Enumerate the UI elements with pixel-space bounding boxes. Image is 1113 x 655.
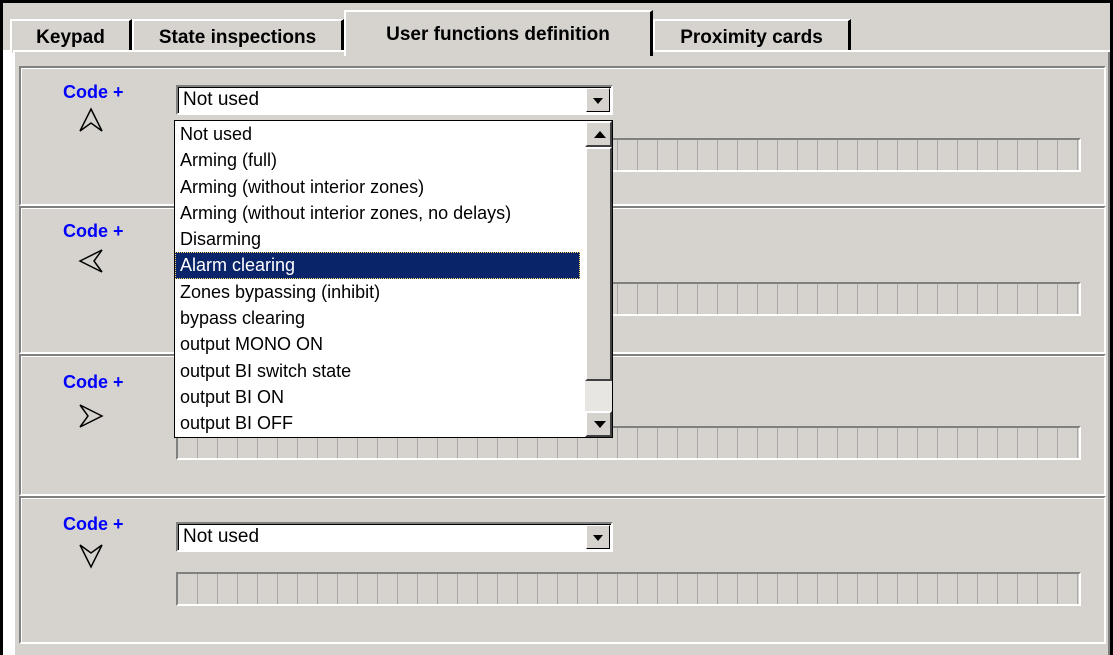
chevron-down-icon: [593, 98, 603, 104]
arrow-down-icon: [79, 544, 103, 569]
code-label: Code +: [63, 514, 124, 534]
dropdown-option-highlighted[interactable]: Alarm clearing: [175, 252, 580, 279]
tab-keypad[interactable]: Keypad: [10, 19, 132, 53]
key-sequence-field-down[interactable]: [176, 572, 1081, 606]
function-select-up[interactable]: Not used: [176, 85, 613, 115]
code-label: Code +: [63, 372, 124, 392]
dropdown-scrollbar[interactable]: [585, 121, 612, 437]
code-label: Code +: [63, 82, 124, 102]
dropdown-button[interactable]: [586, 525, 610, 549]
arrow-left-icon: [78, 249, 103, 273]
function-select-down[interactable]: Not used: [176, 522, 613, 552]
dropdown-option[interactable]: output BI switch state: [175, 358, 580, 384]
dropdown-option[interactable]: Zones bypassing (inhibit): [175, 279, 580, 305]
scroll-down-button[interactable]: [585, 411, 612, 437]
function-group-down: [19, 496, 1106, 644]
dropdown-option[interactable]: bypass clearing: [175, 305, 580, 331]
dropdown-option[interactable]: output BI ON: [175, 384, 580, 410]
tab-user-functions-definition[interactable]: User functions definition: [344, 10, 653, 56]
dropdown-option[interactable]: Arming (without interior zones): [175, 174, 580, 200]
function-dropdown-list: Not used Arming (full) Arming (without i…: [174, 120, 613, 438]
dropdown-option[interactable]: Arming (without interior zones, no delay…: [175, 200, 580, 226]
scroll-up-button[interactable]: [585, 121, 612, 147]
tab-proximity-cards[interactable]: Proximity cards: [653, 19, 851, 53]
arrow-up-icon: [79, 107, 103, 132]
dropdown-option[interactable]: output MONO ON: [175, 331, 580, 357]
tab-strip: Keypad State inspections User functions …: [3, 3, 1110, 56]
tab-state-inspections[interactable]: State inspections: [132, 19, 344, 53]
dropdown-button[interactable]: [586, 88, 610, 112]
dropdown-option[interactable]: output BI OFF: [175, 410, 580, 436]
scrollbar-thumb[interactable]: [585, 147, 612, 381]
arrow-down-icon: [594, 421, 606, 428]
function-select-value: Not used: [183, 526, 260, 547]
dropdown-option[interactable]: Not used: [175, 121, 580, 147]
dropdown-option[interactable]: Arming (full): [175, 147, 580, 173]
arrow-up-icon: [594, 131, 606, 138]
function-select-value: Not used: [183, 89, 260, 110]
arrow-right-icon: [79, 404, 104, 428]
dropdown-option[interactable]: Disarming: [175, 226, 580, 252]
chevron-down-icon: [593, 535, 603, 541]
code-label: Code +: [63, 221, 124, 241]
